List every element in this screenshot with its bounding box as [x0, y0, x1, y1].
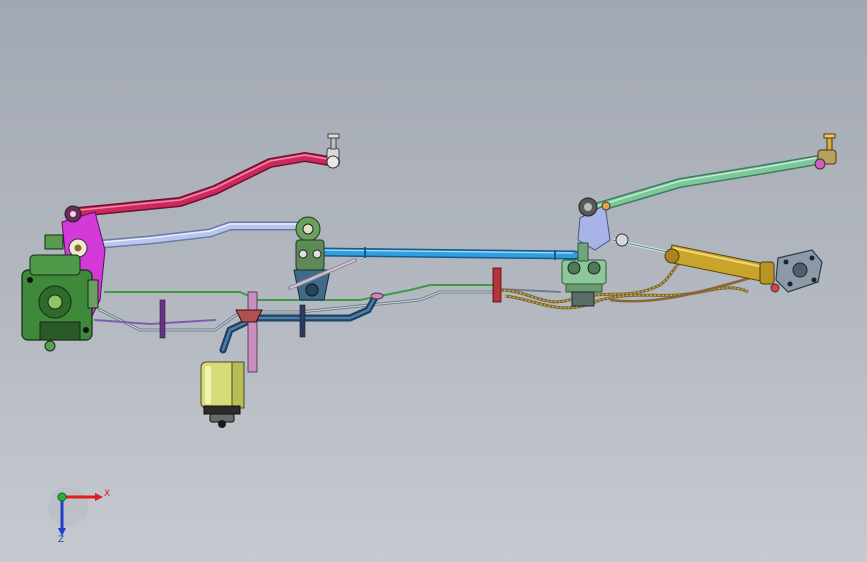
x-axis-label: X: [104, 489, 110, 499]
steering-assembly-drawing: X Z: [21, 133, 837, 545]
upper-tie-rod: [85, 221, 305, 250]
coordinate-triad: X Z: [48, 487, 110, 545]
power-cylinder: [611, 233, 775, 285]
y-axis-marker: [57, 492, 67, 502]
steering-arm-right: [577, 197, 611, 251]
z-axis-label: Z: [58, 535, 64, 545]
right-tie-rod: [590, 133, 837, 213]
drag-link: [73, 133, 340, 217]
idler-bracket: [288, 216, 357, 301]
lower-tie-rod: [313, 247, 580, 260]
cad-viewport[interactable]: X Z: [0, 0, 867, 562]
knuckle-plate: [770, 249, 823, 293]
